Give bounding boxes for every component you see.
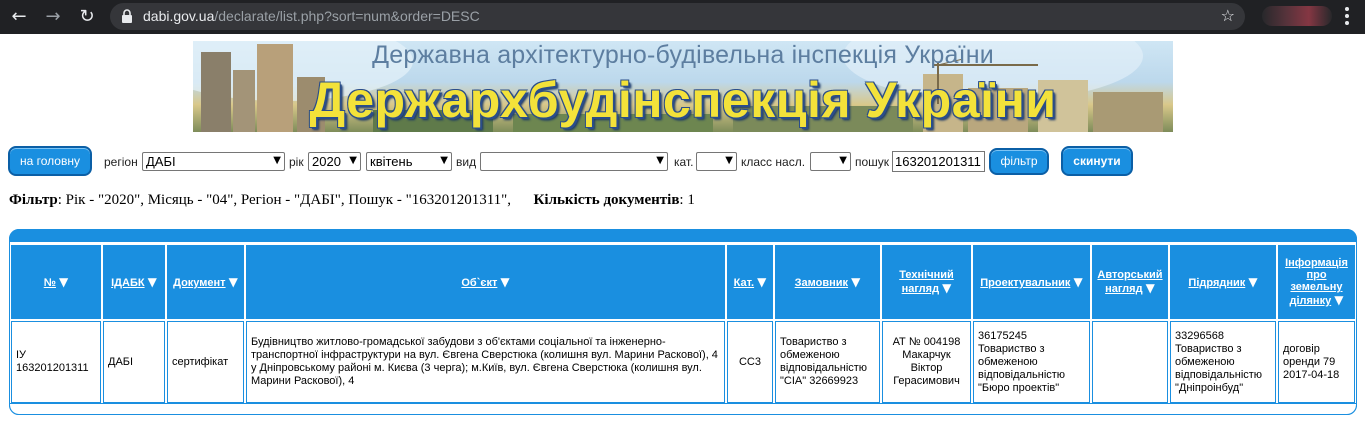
region-select[interactable]: ДАБІ ▼ (142, 152, 285, 171)
chevron-down-icon: ▼ (725, 155, 733, 166)
year-select[interactable]: 2020 ▼ (308, 152, 361, 171)
col-header-contractor[interactable]: Підрядник ▼ (1170, 245, 1276, 319)
cell-customer: Товариство з обмеженою відповідальністю … (775, 321, 880, 403)
filter-summary-label: Фільтр (9, 192, 58, 208)
category-label: кат. (674, 155, 694, 169)
sort-arrow-icon[interactable]: ▼ (757, 275, 766, 289)
menu-kebab-icon[interactable] (1345, 7, 1349, 25)
reload-icon[interactable]: ↻ (76, 6, 98, 28)
search-input[interactable]: 163201201311 (892, 151, 985, 172)
filter-button[interactable]: фільтр (989, 148, 1049, 175)
type-select[interactable]: ▼ (480, 152, 668, 171)
type-label: вид (456, 155, 477, 169)
category-select[interactable]: ▼ (696, 152, 737, 171)
chevron-down-icon: ▼ (656, 155, 664, 166)
col-header-idabk-link[interactable]: ІДАБК (111, 277, 144, 289)
col-header-document-link[interactable]: Документ (173, 277, 225, 289)
col-header-category[interactable]: Кат. ▼ (727, 245, 773, 319)
col-header-idabk[interactable]: ІДАБК ▼ (103, 245, 165, 319)
region-select-value: ДАБІ (146, 154, 176, 169)
table-header-row: № ▼ ІДАБК ▼ Документ ▼ Об`єкт ▼ Кат. ▼ З… (11, 245, 1355, 319)
extensions-area[interactable] (1262, 6, 1332, 26)
col-header-customer[interactable]: Замовник ▼ (775, 245, 880, 319)
sort-arrow-icon[interactable]: ▼ (1073, 275, 1082, 289)
cell-document: сертифікат (167, 321, 244, 403)
sort-arrow-icon[interactable]: ▼ (59, 275, 68, 289)
cell-contractor: 33296568 Товариство з обмеженою відповід… (1170, 321, 1276, 403)
col-header-num[interactable]: № ▼ (11, 245, 101, 319)
col-header-customer-link[interactable]: Замовник (795, 277, 848, 289)
filter-summary-text: : Рік - "2020", Місяць - "04", Регіон - … (57, 192, 512, 208)
cell-designer: 36175245 Товариство з обмеженою відповід… (973, 321, 1090, 403)
banner-title: Держархбудінспекція України (309, 72, 1057, 128)
url-path: /declarate/list.php?sort=num&order=DESC (214, 8, 480, 24)
col-header-author-supervision[interactable]: Авторський нагляд ▼ (1092, 245, 1168, 319)
month-select[interactable]: квітень ▼ (366, 152, 452, 171)
document-count-value: : 1 (679, 192, 695, 208)
class-select[interactable]: ▼ (810, 152, 851, 171)
col-header-object[interactable]: Об`єкт ▼ (246, 245, 725, 319)
reset-button[interactable]: скинути (1061, 146, 1133, 176)
sort-arrow-icon[interactable]: ▼ (1334, 293, 1343, 307)
address-bar[interactable]: dabi.gov.ua/declarate/list.php?sort=num&… (110, 3, 1245, 30)
col-header-tech-supervision[interactable]: Технічний нагляд ▼ (882, 245, 971, 319)
browser-toolbar: ← → ↻ dabi.gov.ua/declarate/list.php?sor… (0, 0, 1365, 34)
col-header-category-link[interactable]: Кат. (734, 277, 754, 289)
col-header-document[interactable]: Документ ▼ (167, 245, 244, 319)
sort-arrow-icon[interactable]: ▼ (229, 275, 238, 289)
month-select-value: квітень (370, 154, 413, 169)
sort-arrow-icon[interactable]: ▼ (148, 275, 157, 289)
bookmark-star-icon[interactable]: ☆ (1221, 6, 1235, 25)
region-label: регіон (104, 155, 138, 169)
sort-arrow-icon[interactable]: ▼ (1248, 275, 1257, 289)
results-table: № ▼ ІДАБК ▼ Документ ▼ Об`єкт ▼ Кат. ▼ З… (9, 243, 1357, 405)
cell-num: ІУ 163201201311 (11, 321, 101, 403)
class-label: класс насл. (741, 155, 806, 169)
home-button[interactable]: на головну (8, 146, 92, 176)
year-label: рік (289, 155, 304, 169)
chevron-down-icon: ▼ (273, 155, 281, 166)
back-icon[interactable]: ← (8, 6, 30, 28)
site-banner: Державна архітектурно-будівельна інспекц… (193, 41, 1173, 132)
banner-subtitle: Державна архітектурно-будівельна інспекц… (372, 41, 994, 69)
chevron-down-icon: ▼ (839, 155, 847, 166)
col-header-num-link[interactable]: № (44, 277, 56, 289)
cell-author-supervision (1092, 321, 1168, 403)
cell-land-info: договір оренди 79 2017-04-18 (1278, 321, 1355, 403)
col-header-object-link[interactable]: Об`єкт (461, 277, 497, 289)
col-header-designer[interactable]: Проектувальник ▼ (973, 245, 1090, 319)
col-header-contractor-link[interactable]: Підрядник (1188, 277, 1245, 289)
sort-arrow-icon[interactable]: ▼ (1146, 281, 1155, 295)
cell-idabk: ДАБІ (103, 321, 165, 403)
url-domain: dabi.gov.ua (143, 8, 215, 24)
sort-arrow-icon[interactable]: ▼ (942, 281, 951, 295)
col-header-designer-link[interactable]: Проектувальник (980, 277, 1070, 289)
document-count-label: Кількість документів (533, 192, 680, 208)
forward-icon[interactable]: → (42, 6, 64, 28)
table-row: ІУ 163201201311 ДАБІ сертифікат Будівниц… (11, 321, 1355, 403)
lock-icon (122, 9, 132, 23)
year-select-value: 2020 (312, 154, 341, 169)
col-header-land-info[interactable]: Інформація про земельну ділянку ▼ (1278, 245, 1355, 319)
chevron-down-icon: ▼ (440, 155, 448, 166)
table-top-band (9, 229, 1357, 242)
cell-category: СС3 (727, 321, 773, 403)
cell-object: Будівництво житлово-громадської забудови… (246, 321, 725, 403)
url-text: dabi.gov.ua/declarate/list.php?sort=num&… (143, 8, 480, 24)
filter-summary: Фільтр: Рік - "2020", Місяць - "04", Рег… (9, 192, 695, 209)
search-label: пошук (855, 155, 890, 169)
sort-arrow-icon[interactable]: ▼ (851, 275, 860, 289)
sort-arrow-icon[interactable]: ▼ (500, 275, 509, 289)
chevron-down-icon: ▼ (349, 155, 357, 166)
cell-tech-supervision: АТ № 004198 Макарчук Віктор Герасимович (882, 321, 971, 403)
